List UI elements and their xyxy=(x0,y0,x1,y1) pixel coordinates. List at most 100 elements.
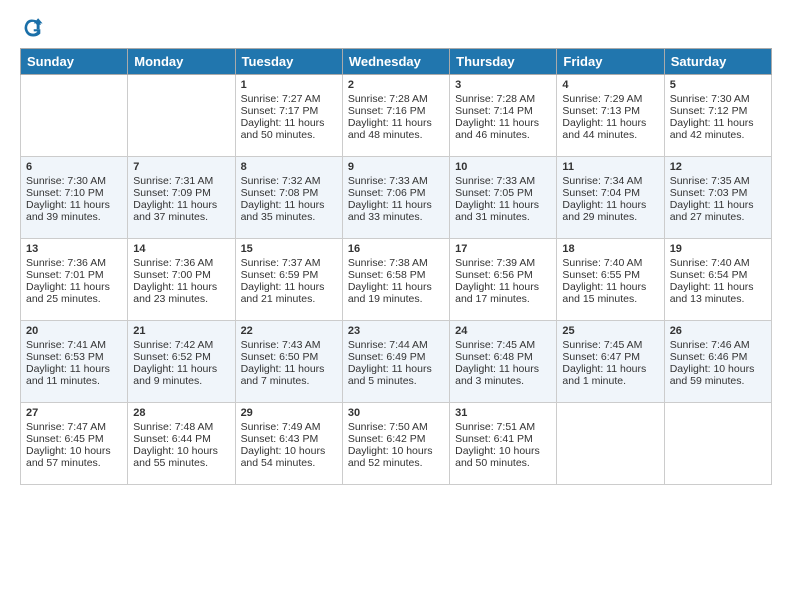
sunrise-text: Sunrise: 7:45 AM xyxy=(455,339,551,351)
day-number: 27 xyxy=(26,407,122,419)
day-number: 14 xyxy=(133,243,229,255)
sunset-text: Sunset: 7:03 PM xyxy=(670,187,766,199)
daylight-text: Daylight: 11 hours and 19 minutes. xyxy=(348,281,444,305)
sunrise-text: Sunrise: 7:40 AM xyxy=(670,257,766,269)
sunrise-text: Sunrise: 7:51 AM xyxy=(455,421,551,433)
day-number: 15 xyxy=(241,243,337,255)
sunset-text: Sunset: 7:09 PM xyxy=(133,187,229,199)
calendar-cell: 25Sunrise: 7:45 AMSunset: 6:47 PMDayligh… xyxy=(557,321,664,403)
sunrise-text: Sunrise: 7:39 AM xyxy=(455,257,551,269)
sunrise-text: Sunrise: 7:43 AM xyxy=(241,339,337,351)
daylight-text: Daylight: 11 hours and 31 minutes. xyxy=(455,199,551,223)
sunrise-text: Sunrise: 7:41 AM xyxy=(26,339,122,351)
calendar-cell xyxy=(664,403,771,485)
daylight-text: Daylight: 11 hours and 27 minutes. xyxy=(670,199,766,223)
day-of-week-header: Monday xyxy=(128,49,235,75)
daylight-text: Daylight: 11 hours and 35 minutes. xyxy=(241,199,337,223)
sunset-text: Sunset: 7:06 PM xyxy=(348,187,444,199)
day-number: 30 xyxy=(348,407,444,419)
calendar-week-row: 13Sunrise: 7:36 AMSunset: 7:01 PMDayligh… xyxy=(21,239,772,321)
sunrise-text: Sunrise: 7:42 AM xyxy=(133,339,229,351)
daylight-text: Daylight: 10 hours and 55 minutes. xyxy=(133,445,229,469)
page: SundayMondayTuesdayWednesdayThursdayFrid… xyxy=(0,0,792,612)
daylight-text: Daylight: 11 hours and 50 minutes. xyxy=(241,117,337,141)
daylight-text: Daylight: 11 hours and 13 minutes. xyxy=(670,281,766,305)
sunrise-text: Sunrise: 7:36 AM xyxy=(26,257,122,269)
sunrise-text: Sunrise: 7:33 AM xyxy=(455,175,551,187)
sunrise-text: Sunrise: 7:49 AM xyxy=(241,421,337,433)
day-number: 31 xyxy=(455,407,551,419)
day-number: 19 xyxy=(670,243,766,255)
calendar-cell: 2Sunrise: 7:28 AMSunset: 7:16 PMDaylight… xyxy=(342,75,449,157)
sunset-text: Sunset: 7:00 PM xyxy=(133,269,229,281)
sunrise-text: Sunrise: 7:34 AM xyxy=(562,175,658,187)
sunrise-text: Sunrise: 7:33 AM xyxy=(348,175,444,187)
sunset-text: Sunset: 7:05 PM xyxy=(455,187,551,199)
sunrise-text: Sunrise: 7:35 AM xyxy=(670,175,766,187)
sunrise-text: Sunrise: 7:40 AM xyxy=(562,257,658,269)
daylight-text: Daylight: 11 hours and 21 minutes. xyxy=(241,281,337,305)
day-of-week-header: Saturday xyxy=(664,49,771,75)
calendar-table: SundayMondayTuesdayWednesdayThursdayFrid… xyxy=(20,48,772,485)
calendar-cell: 19Sunrise: 7:40 AMSunset: 6:54 PMDayligh… xyxy=(664,239,771,321)
calendar-cell: 20Sunrise: 7:41 AMSunset: 6:53 PMDayligh… xyxy=(21,321,128,403)
daylight-text: Daylight: 10 hours and 57 minutes. xyxy=(26,445,122,469)
sunset-text: Sunset: 7:17 PM xyxy=(241,105,337,117)
calendar-cell: 16Sunrise: 7:38 AMSunset: 6:58 PMDayligh… xyxy=(342,239,449,321)
daylight-text: Daylight: 11 hours and 3 minutes. xyxy=(455,363,551,387)
sunset-text: Sunset: 6:55 PM xyxy=(562,269,658,281)
sunset-text: Sunset: 6:50 PM xyxy=(241,351,337,363)
sunset-text: Sunset: 6:46 PM xyxy=(670,351,766,363)
daylight-text: Daylight: 10 hours and 52 minutes. xyxy=(348,445,444,469)
daylight-text: Daylight: 10 hours and 54 minutes. xyxy=(241,445,337,469)
calendar-week-row: 27Sunrise: 7:47 AMSunset: 6:45 PMDayligh… xyxy=(21,403,772,485)
day-of-week-header: Thursday xyxy=(450,49,557,75)
sunrise-text: Sunrise: 7:37 AM xyxy=(241,257,337,269)
calendar-cell: 5Sunrise: 7:30 AMSunset: 7:12 PMDaylight… xyxy=(664,75,771,157)
day-number: 8 xyxy=(241,161,337,173)
day-number: 5 xyxy=(670,79,766,91)
sunrise-text: Sunrise: 7:45 AM xyxy=(562,339,658,351)
daylight-text: Daylight: 11 hours and 7 minutes. xyxy=(241,363,337,387)
sunrise-text: Sunrise: 7:32 AM xyxy=(241,175,337,187)
sunrise-text: Sunrise: 7:28 AM xyxy=(348,93,444,105)
daylight-text: Daylight: 11 hours and 29 minutes. xyxy=(562,199,658,223)
calendar-cell: 29Sunrise: 7:49 AMSunset: 6:43 PMDayligh… xyxy=(235,403,342,485)
day-number: 16 xyxy=(348,243,444,255)
daylight-text: Daylight: 11 hours and 9 minutes. xyxy=(133,363,229,387)
sunset-text: Sunset: 7:12 PM xyxy=(670,105,766,117)
sunset-text: Sunset: 7:13 PM xyxy=(562,105,658,117)
calendar-cell: 23Sunrise: 7:44 AMSunset: 6:49 PMDayligh… xyxy=(342,321,449,403)
calendar-cell: 31Sunrise: 7:51 AMSunset: 6:41 PMDayligh… xyxy=(450,403,557,485)
calendar-cell: 6Sunrise: 7:30 AMSunset: 7:10 PMDaylight… xyxy=(21,157,128,239)
sunrise-text: Sunrise: 7:48 AM xyxy=(133,421,229,433)
sunset-text: Sunset: 6:58 PM xyxy=(348,269,444,281)
day-number: 21 xyxy=(133,325,229,337)
logo-icon xyxy=(22,16,44,38)
calendar-cell: 27Sunrise: 7:47 AMSunset: 6:45 PMDayligh… xyxy=(21,403,128,485)
daylight-text: Daylight: 10 hours and 50 minutes. xyxy=(455,445,551,469)
daylight-text: Daylight: 11 hours and 33 minutes. xyxy=(348,199,444,223)
daylight-text: Daylight: 11 hours and 11 minutes. xyxy=(26,363,122,387)
sunrise-text: Sunrise: 7:31 AM xyxy=(133,175,229,187)
calendar-cell: 1Sunrise: 7:27 AMSunset: 7:17 PMDaylight… xyxy=(235,75,342,157)
calendar-cell: 9 Sunrise: 7:33 AMSunset: 7:06 PMDaylight… xyxy=(342,157,449,239)
day-of-week-header: Friday xyxy=(557,49,664,75)
header xyxy=(20,16,772,38)
sunset-text: Sunset: 7:04 PM xyxy=(562,187,658,199)
daylight-text: Daylight: 11 hours and 48 minutes. xyxy=(348,117,444,141)
daylight-text: Daylight: 11 hours and 37 minutes. xyxy=(133,199,229,223)
sunrise-text: Sunrise: 7:27 AM xyxy=(241,93,337,105)
calendar-cell: 10Sunrise: 7:33 AMSunset: 7:05 PMDayligh… xyxy=(450,157,557,239)
day-number: 3 xyxy=(455,79,551,91)
day-number: 26 xyxy=(670,325,766,337)
sunset-text: Sunset: 6:43 PM xyxy=(241,433,337,445)
calendar-cell: 17Sunrise: 7:39 AMSunset: 6:56 PMDayligh… xyxy=(450,239,557,321)
calendar-cell: 15Sunrise: 7:37 AMSunset: 6:59 PMDayligh… xyxy=(235,239,342,321)
day-number: 9 xyxy=(348,161,444,173)
day-number: 11 xyxy=(562,161,658,173)
sunset-text: Sunset: 7:10 PM xyxy=(26,187,122,199)
calendar-cell: 18Sunrise: 7:40 AMSunset: 6:55 PMDayligh… xyxy=(557,239,664,321)
sunset-text: Sunset: 7:14 PM xyxy=(455,105,551,117)
calendar-cell: 24Sunrise: 7:45 AMSunset: 6:48 PMDayligh… xyxy=(450,321,557,403)
